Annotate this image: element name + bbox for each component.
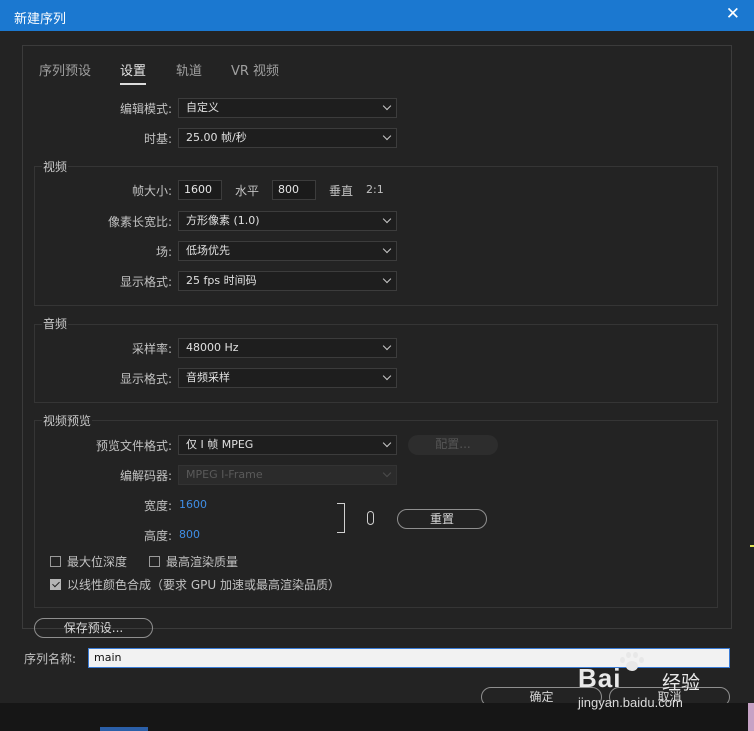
linear-color-label: 以线性颜色合成（要求 GPU 加速或最高渲染品质） xyxy=(67,578,340,592)
tab-sequence-presets[interactable]: 序列预设 xyxy=(39,60,91,79)
pixel-aspect-value: 方形像素 (1.0) xyxy=(186,214,260,227)
audio-group-title: 音频 xyxy=(42,315,69,332)
background-accent xyxy=(750,545,754,547)
chevron-down-icon xyxy=(382,371,392,381)
audio-display-format-label: 显示格式: xyxy=(119,372,172,386)
chevron-down-icon xyxy=(382,438,392,448)
preview-format-value: 仅 I 帧 MPEG xyxy=(186,438,254,451)
preview-height-label: 高度: xyxy=(143,529,172,543)
settings-panel: 序列预设 设置 轨道 VR 视频 编辑模式: 自定义 时基: 25.00 帧/秒… xyxy=(22,45,732,638)
video-display-format-label: 显示格式: xyxy=(119,275,172,289)
preview-width-value[interactable]: 1600 xyxy=(179,498,207,511)
codec-label: 编解码器: xyxy=(119,469,172,483)
max-bit-depth-checkbox[interactable] xyxy=(50,556,61,567)
paw-icon xyxy=(618,651,644,673)
chevron-down-icon xyxy=(382,274,392,284)
pixel-aspect-label: 像素长宽比: xyxy=(107,215,172,229)
background-accent xyxy=(748,703,754,731)
editing-mode-select[interactable]: 自定义 xyxy=(178,98,397,118)
watermark-brand-cn: 经验 xyxy=(662,673,701,694)
video-group-title: 视频 xyxy=(42,158,69,175)
chevron-down-icon xyxy=(382,131,392,141)
fields-select[interactable]: 低场优先 xyxy=(178,241,397,261)
editing-mode-value: 自定义 xyxy=(186,101,219,114)
max-render-quality-checkbox[interactable] xyxy=(149,556,160,567)
frame-height-input[interactable]: 800 xyxy=(272,180,316,200)
codec-value: MPEG I-Frame xyxy=(186,468,263,481)
link-icon[interactable] xyxy=(367,511,374,525)
tab-tracks[interactable]: 轨道 xyxy=(176,60,202,79)
dimension-link-bracket xyxy=(337,503,345,533)
timebase-value: 25.00 帧/秒 xyxy=(186,131,247,144)
preview-width-label: 宽度: xyxy=(143,499,172,513)
sample-rate-value: 48000 Hz xyxy=(186,341,239,354)
chevron-down-icon xyxy=(382,468,392,478)
chevron-down-icon xyxy=(382,341,392,351)
preview-format-select[interactable]: 仅 I 帧 MPEG xyxy=(178,435,397,455)
vertical-label: 垂直 xyxy=(329,184,354,198)
close-icon[interactable]: ✕ xyxy=(726,6,740,23)
linear-color-checkbox[interactable] xyxy=(50,579,61,590)
tab-settings[interactable]: 设置 xyxy=(120,60,146,79)
audio-display-format-select[interactable]: 音频采样 xyxy=(178,368,397,388)
reset-button[interactable]: 重置 xyxy=(397,509,487,529)
pixel-aspect-select[interactable]: 方形像素 (1.0) xyxy=(178,211,397,231)
sample-rate-label: 采样率: xyxy=(131,342,172,356)
codec-select: MPEG I-Frame xyxy=(178,465,397,485)
max-bit-depth-label: 最大位深度 xyxy=(67,555,128,569)
fields-label: 场: xyxy=(155,245,172,259)
chevron-down-icon xyxy=(382,244,392,254)
frame-width-input[interactable]: 1600 xyxy=(178,180,222,200)
background-accent xyxy=(100,727,148,731)
sequence-name-label: 序列名称: xyxy=(24,652,77,666)
audio-display-format-value: 音频采样 xyxy=(186,371,230,384)
fields-value: 低场优先 xyxy=(186,244,230,257)
baidu-watermark: Bai 经验 jingyan.baidu.com xyxy=(578,651,718,717)
preview-height-value[interactable]: 800 xyxy=(179,528,200,541)
sample-rate-select[interactable]: 48000 Hz xyxy=(178,338,397,358)
chevron-down-icon xyxy=(382,214,392,224)
timebase-select[interactable]: 25.00 帧/秒 xyxy=(178,128,397,148)
dialog-title: 新建序列 xyxy=(14,12,67,27)
dialog-body: 序列预设 设置 轨道 VR 视频 编辑模式: 自定义 时基: 25.00 帧/秒… xyxy=(0,31,754,731)
audio-group xyxy=(34,324,718,403)
max-render-quality-label: 最高渲染质量 xyxy=(166,555,239,569)
frame-size-label: 帧大小: xyxy=(131,184,172,198)
title-bar: 新建序列 ✕ xyxy=(0,0,754,31)
aspect-ratio-value: 2:1 xyxy=(366,183,384,196)
video-preview-group-title: 视频预览 xyxy=(42,412,93,429)
watermark-brand: Bai xyxy=(578,663,622,693)
chevron-down-icon xyxy=(382,101,392,111)
horizontal-label: 水平 xyxy=(235,184,260,198)
watermark-url: jingyan.baidu.com xyxy=(578,695,683,710)
video-display-format-select[interactable]: 25 fps 时间码 xyxy=(178,271,397,291)
video-display-format-value: 25 fps 时间码 xyxy=(186,274,257,287)
save-preset-button[interactable]: 保存预设... xyxy=(34,618,153,638)
tab-vr-video[interactable]: VR 视频 xyxy=(231,60,279,79)
editing-mode-label: 编辑模式: xyxy=(119,102,172,116)
configure-button: 配置... xyxy=(408,435,498,455)
active-tab-indicator xyxy=(120,83,146,85)
preview-format-label: 预览文件格式: xyxy=(95,439,172,453)
timebase-label: 时基: xyxy=(143,132,172,146)
